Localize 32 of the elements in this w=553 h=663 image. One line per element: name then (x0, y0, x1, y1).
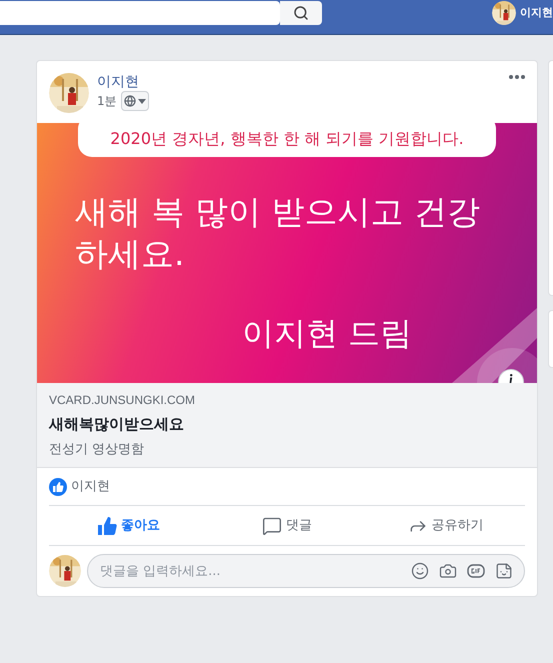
likers-name[interactable]: 이지현 (71, 476, 110, 496)
link-banner[interactable]: 2020년 경자년, 행복한 한 해 되기를 기원합니다. 새해 복 많이 받으시고 건강하세요. 이지현 드림 (37, 123, 537, 383)
user-name[interactable]: 이지현 (520, 4, 553, 22)
search-button[interactable] (280, 1, 322, 25)
share-button[interactable]: 공유하기 (366, 506, 526, 545)
search-field[interactable] (0, 1, 280, 25)
gif-icon[interactable] (467, 564, 485, 578)
emoji-icon[interactable] (411, 562, 429, 580)
camera-icon[interactable] (439, 562, 457, 580)
more-button[interactable] (509, 73, 525, 79)
thumbs-up-icon (96, 516, 117, 536)
info-icon (509, 374, 513, 383)
link-description: 전성기 영상명함 (49, 440, 146, 458)
like-badge-icon (49, 478, 67, 496)
link-title: 새해복많이받으세요 (49, 414, 185, 435)
banner-subtitle: 2020년 경자년, 행복한 한 해 되기를 기원합니다. (78, 123, 496, 157)
speech-bubble-icon (262, 516, 282, 536)
search-icon (293, 5, 309, 21)
link-info[interactable]: VCARD.JUNSUNGKI.COM 새해복많이받으세요 전성기 영상명함 (37, 383, 537, 468)
comment-field[interactable]: 댓글을 입력하세요... (87, 554, 525, 588)
banner-signature: 이지현 드림 (242, 313, 412, 354)
sticker-icon[interactable] (495, 562, 513, 580)
like-button[interactable]: 좋아요 (49, 506, 208, 545)
link-domain: VCARD.JUNSUNGKI.COM (49, 392, 196, 409)
caret-icon (138, 98, 146, 104)
post-time[interactable]: 1분 (97, 92, 117, 110)
banner-greeting: 새해 복 많이 받으시고 건강하세요. (75, 191, 481, 275)
more-icon (509, 75, 525, 79)
author-name[interactable]: 이지현 (97, 73, 149, 91)
comment-button[interactable]: 댓글 (208, 506, 366, 545)
privacy-button[interactable] (120, 91, 149, 111)
globe-icon (124, 95, 136, 107)
